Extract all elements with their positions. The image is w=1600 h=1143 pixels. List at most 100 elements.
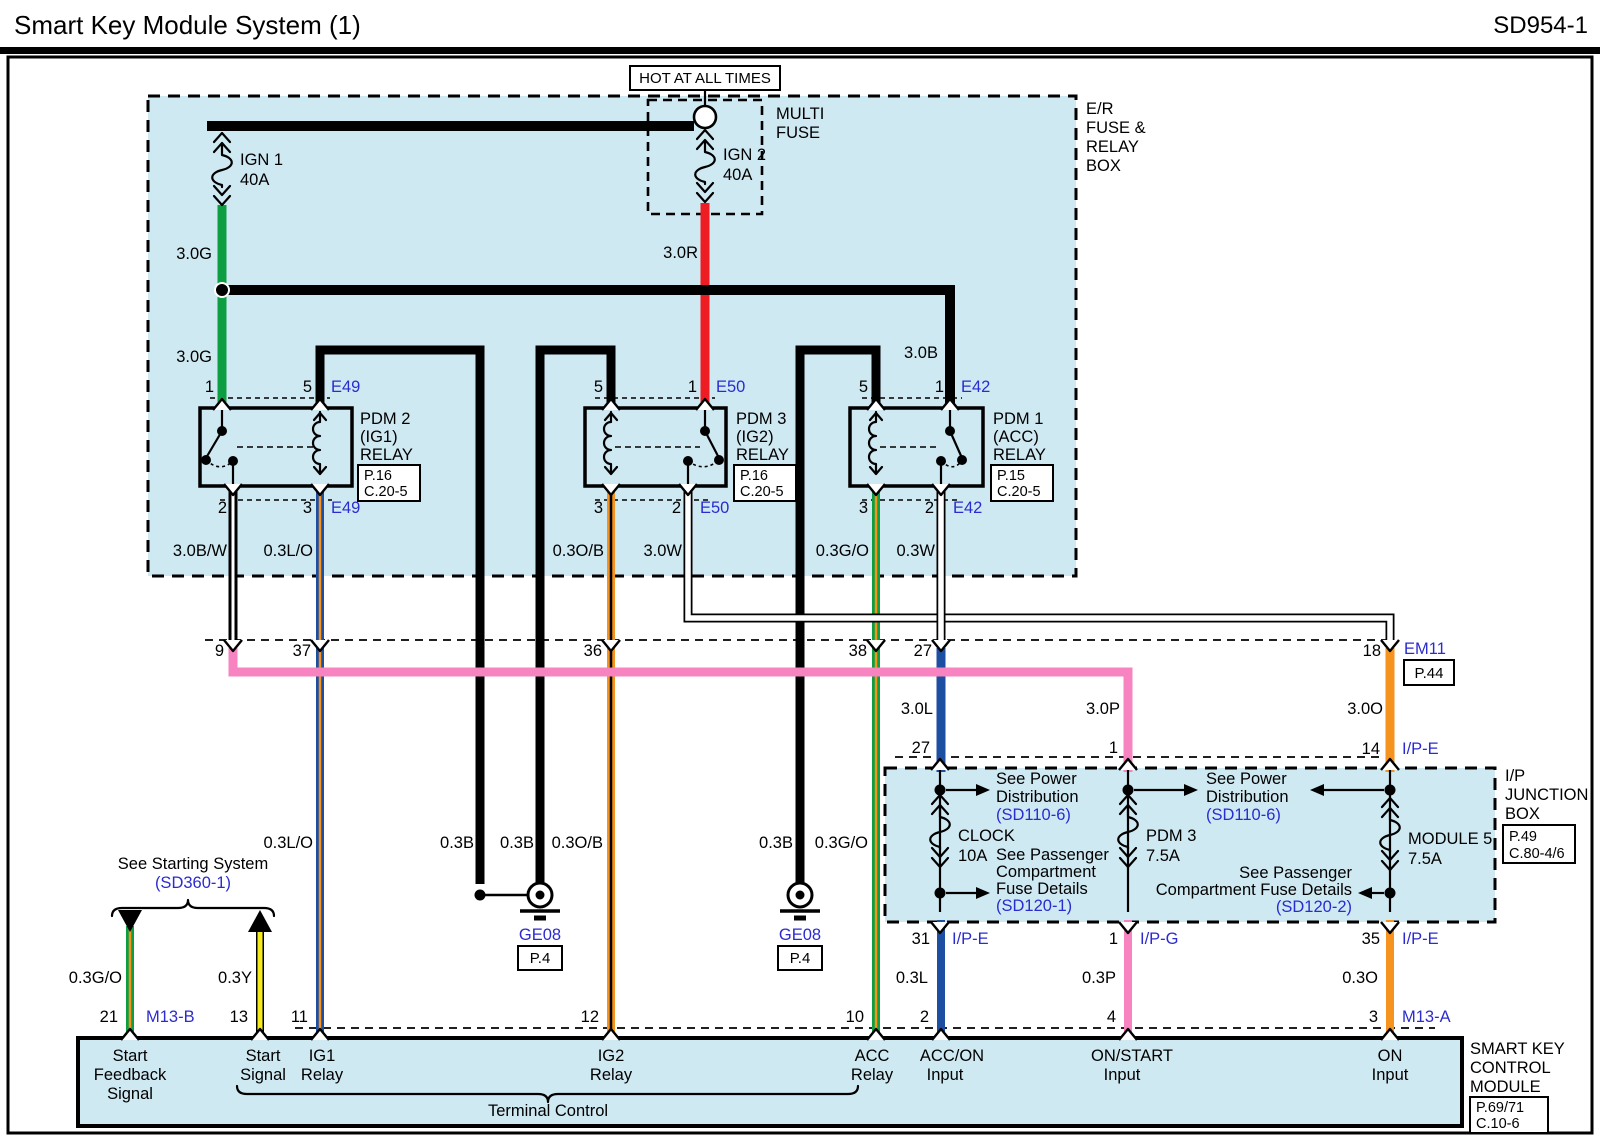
svg-text:(ACC): (ACC) <box>993 428 1039 446</box>
svg-text:0.3B: 0.3B <box>440 834 474 852</box>
svg-text:Compartment: Compartment <box>996 863 1096 881</box>
fuse-pdm3-name: PDM 3 <box>1146 827 1196 845</box>
svg-text:2: 2 <box>925 499 934 517</box>
svg-text:35: 35 <box>1362 930 1380 948</box>
svg-text:3.0G: 3.0G <box>176 348 212 366</box>
hot-label: HOT AT ALL TIMES <box>639 70 771 87</box>
svg-text:5: 5 <box>303 378 312 396</box>
ground-ge08: GE08 <box>779 926 821 944</box>
svg-text:(SD360-1): (SD360-1) <box>155 874 231 892</box>
svg-text:C.80-4/6: C.80-4/6 <box>1509 846 1565 862</box>
wire-label: 3.0G <box>176 245 212 263</box>
fuse-ign1-name: IGN 1 <box>240 151 283 169</box>
svg-text:P.4: P.4 <box>530 950 551 967</box>
svg-text:9: 9 <box>215 642 224 660</box>
svg-text:12: 12 <box>581 1008 599 1026</box>
svg-text:0.3Y: 0.3Y <box>218 969 252 987</box>
svg-text:RELAY: RELAY <box>360 446 413 464</box>
svg-text:1: 1 <box>1109 739 1118 757</box>
multi-fuse-terminal <box>694 106 716 128</box>
connector-ipe: I/P-E <box>1402 740 1439 758</box>
svg-text:JUNCTION: JUNCTION <box>1505 786 1588 804</box>
svg-text:Input: Input <box>1372 1066 1409 1084</box>
svg-text:ON/START: ON/START <box>1091 1047 1173 1065</box>
svg-text:ON: ON <box>1378 1047 1403 1065</box>
module-name: SMART KEY <box>1470 1040 1565 1058</box>
svg-text:BOX: BOX <box>1505 805 1540 823</box>
svg-text:0.3L: 0.3L <box>896 969 928 987</box>
offpage-arrow-down-icon <box>118 910 142 932</box>
svg-text:P.16: P.16 <box>740 468 768 484</box>
svg-text:FUSE: FUSE <box>776 124 820 142</box>
svg-text:3.0L: 3.0L <box>901 700 933 718</box>
svg-text:0.3L/O: 0.3L/O <box>263 542 313 560</box>
svg-text:0.3B: 0.3B <box>500 834 534 852</box>
fuse-ign2-name: IGN 2 <box>723 146 766 164</box>
svg-text:See Power: See Power <box>996 770 1077 788</box>
schematic-canvas: Smart Key Module System (1) SD954-1 E/R … <box>0 0 1600 1143</box>
relay-pdm1-name: PDM 1 <box>993 410 1043 428</box>
svg-text:P.15: P.15 <box>997 468 1025 484</box>
svg-text:Distribution: Distribution <box>1206 788 1289 806</box>
svg-text:Fuse Details: Fuse Details <box>996 880 1088 898</box>
svg-text:2: 2 <box>218 499 227 517</box>
svg-text:3: 3 <box>303 499 312 517</box>
svg-text:Start: Start <box>113 1047 148 1065</box>
svg-text:13: 13 <box>230 1008 248 1026</box>
svg-text:C.10-6: C.10-6 <box>1476 1116 1520 1132</box>
svg-text:10: 10 <box>846 1008 864 1026</box>
svg-text:Compartment Fuse Details: Compartment Fuse Details <box>1156 881 1352 899</box>
svg-text:FUSE &: FUSE & <box>1086 119 1146 137</box>
svg-text:1: 1 <box>935 378 944 396</box>
svg-text:0.3G/O: 0.3G/O <box>69 969 122 987</box>
svg-text:27: 27 <box>912 739 930 757</box>
svg-text:C.20-5: C.20-5 <box>364 484 408 500</box>
svg-text:ACC/ON: ACC/ON <box>920 1047 984 1065</box>
svg-text:38: 38 <box>849 642 867 660</box>
svg-text:Signal: Signal <box>107 1085 153 1103</box>
svg-text:40A: 40A <box>240 171 269 189</box>
terminal-control-label: Terminal Control <box>488 1102 608 1120</box>
svg-text:0.3P: 0.3P <box>1082 969 1116 987</box>
svg-text:C.20-5: C.20-5 <box>740 484 784 500</box>
svg-text:21: 21 <box>100 1008 118 1026</box>
ip-box-name: I/P <box>1505 767 1525 785</box>
page-code: SD954-1 <box>1493 12 1588 39</box>
svg-text:CONTROL: CONTROL <box>1470 1059 1551 1077</box>
offpage-arrow-up-icon <box>248 910 272 932</box>
svg-text:36: 36 <box>584 642 602 660</box>
svg-text:E50: E50 <box>700 499 729 517</box>
svg-text:3.0R: 3.0R <box>663 244 698 262</box>
fuse-clock-name: CLOCK <box>958 827 1015 845</box>
svg-text:BOX: BOX <box>1086 157 1121 175</box>
svg-text:0.3O: 0.3O <box>1342 969 1378 987</box>
svg-text:Relay: Relay <box>590 1066 633 1084</box>
ground-2: GE08 P.4 <box>778 883 822 970</box>
em11-connector: 9 37 36 38 27 18 EM11 P.44 <box>215 640 1454 685</box>
svg-text:27: 27 <box>914 642 932 660</box>
svg-text:P.16: P.16 <box>364 468 392 484</box>
svg-text:1: 1 <box>1109 930 1118 948</box>
svg-text:3.0O: 3.0O <box>1347 700 1383 718</box>
relay-pdm2-name: PDM 2 <box>360 410 410 428</box>
svg-text:I/P-E: I/P-E <box>952 930 989 948</box>
svg-text:(SD110-6): (SD110-6) <box>1206 806 1281 824</box>
svg-text:0.3B: 0.3B <box>759 834 793 852</box>
svg-text:31: 31 <box>912 930 930 948</box>
svg-text:(SD120-1): (SD120-1) <box>996 897 1072 915</box>
svg-text:Distribution: Distribution <box>996 788 1079 806</box>
svg-text:Start: Start <box>246 1047 281 1065</box>
er-fuse-relay-box: E/R FUSE & RELAY BOX <box>148 96 1146 576</box>
svg-text:Relay: Relay <box>301 1066 344 1084</box>
svg-text:40A: 40A <box>723 166 752 184</box>
svg-text:P.49: P.49 <box>1509 829 1537 845</box>
connector-e42: E42 <box>961 378 990 396</box>
svg-text:5: 5 <box>859 378 868 396</box>
svg-text:(IG1): (IG1) <box>360 428 398 446</box>
title-separator <box>0 47 1600 54</box>
svg-text:14: 14 <box>1362 740 1380 758</box>
svg-text:3: 3 <box>1369 1008 1378 1026</box>
connector-em11: EM11 <box>1404 640 1446 658</box>
connector-m13a: M13-A <box>1402 1008 1451 1026</box>
svg-text:1: 1 <box>688 378 697 396</box>
